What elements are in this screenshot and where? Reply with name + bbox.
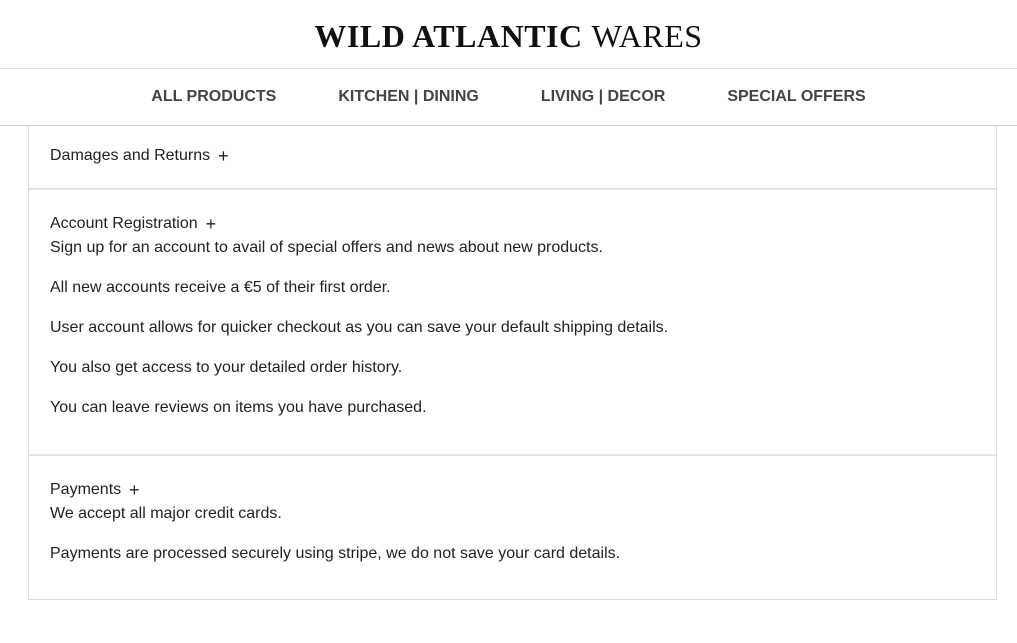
- accordion-section-account-registration: Account Registration + Sign up for an ac…: [29, 188, 996, 454]
- site-header: WILD ATLANTIC WARES: [0, 0, 1017, 69]
- accordion-header-account-registration[interactable]: Account Registration +: [50, 214, 216, 234]
- accordion-body-payments: We accept all major credit cards. Paymen…: [50, 504, 996, 564]
- nav-special-offers[interactable]: SPECIAL OFFERS: [727, 88, 865, 106]
- section-title: Damages and Returns: [50, 147, 211, 164]
- body-paragraph: All new accounts receive a €5 of their f…: [50, 279, 391, 296]
- nav-all-products[interactable]: ALL PRODUCTS: [151, 88, 276, 106]
- section-title: Payments: [50, 481, 122, 498]
- expand-plus-icon[interactable]: +: [129, 481, 140, 499]
- body-paragraph: We accept all major credit cards.: [50, 505, 282, 522]
- brand-logo[interactable]: WILD ATLANTIC WARES: [314, 18, 702, 55]
- body-paragraph: You can leave reviews on items you have …: [50, 399, 427, 416]
- brand-name-light: WARES: [591, 17, 703, 54]
- accordion-body-account-registration: Sign up for an account to avail of speci…: [50, 238, 996, 418]
- body-paragraph: You also get access to your detailed ord…: [50, 359, 403, 376]
- expand-plus-icon[interactable]: +: [218, 147, 229, 165]
- main-nav: ALL PRODUCTS KITCHEN | DINING LIVING | D…: [0, 69, 1017, 126]
- accordion-header-payments[interactable]: Payments +: [50, 480, 140, 500]
- nav-living-decor[interactable]: LIVING | DECOR: [541, 88, 665, 106]
- body-paragraph: User account allows for quicker checkout…: [50, 319, 669, 336]
- body-paragraph: Payments are processed securely using st…: [50, 545, 621, 562]
- accordion-section-damages-returns: Damages and Returns +: [29, 126, 996, 188]
- accordion-section-payments: Payments + We accept all major credit ca…: [29, 454, 996, 600]
- expand-plus-icon[interactable]: +: [206, 215, 217, 233]
- faq-accordion: Damages and Returns + Account Registrati…: [28, 126, 997, 600]
- body-paragraph: Sign up for an account to avail of speci…: [50, 239, 603, 256]
- brand-name-bold: WILD ATLANTIC: [314, 17, 583, 54]
- accordion-header-damages-returns[interactable]: Damages and Returns +: [50, 146, 229, 166]
- nav-kitchen-dining[interactable]: KITCHEN | DINING: [338, 88, 478, 106]
- section-title: Account Registration: [50, 215, 198, 232]
